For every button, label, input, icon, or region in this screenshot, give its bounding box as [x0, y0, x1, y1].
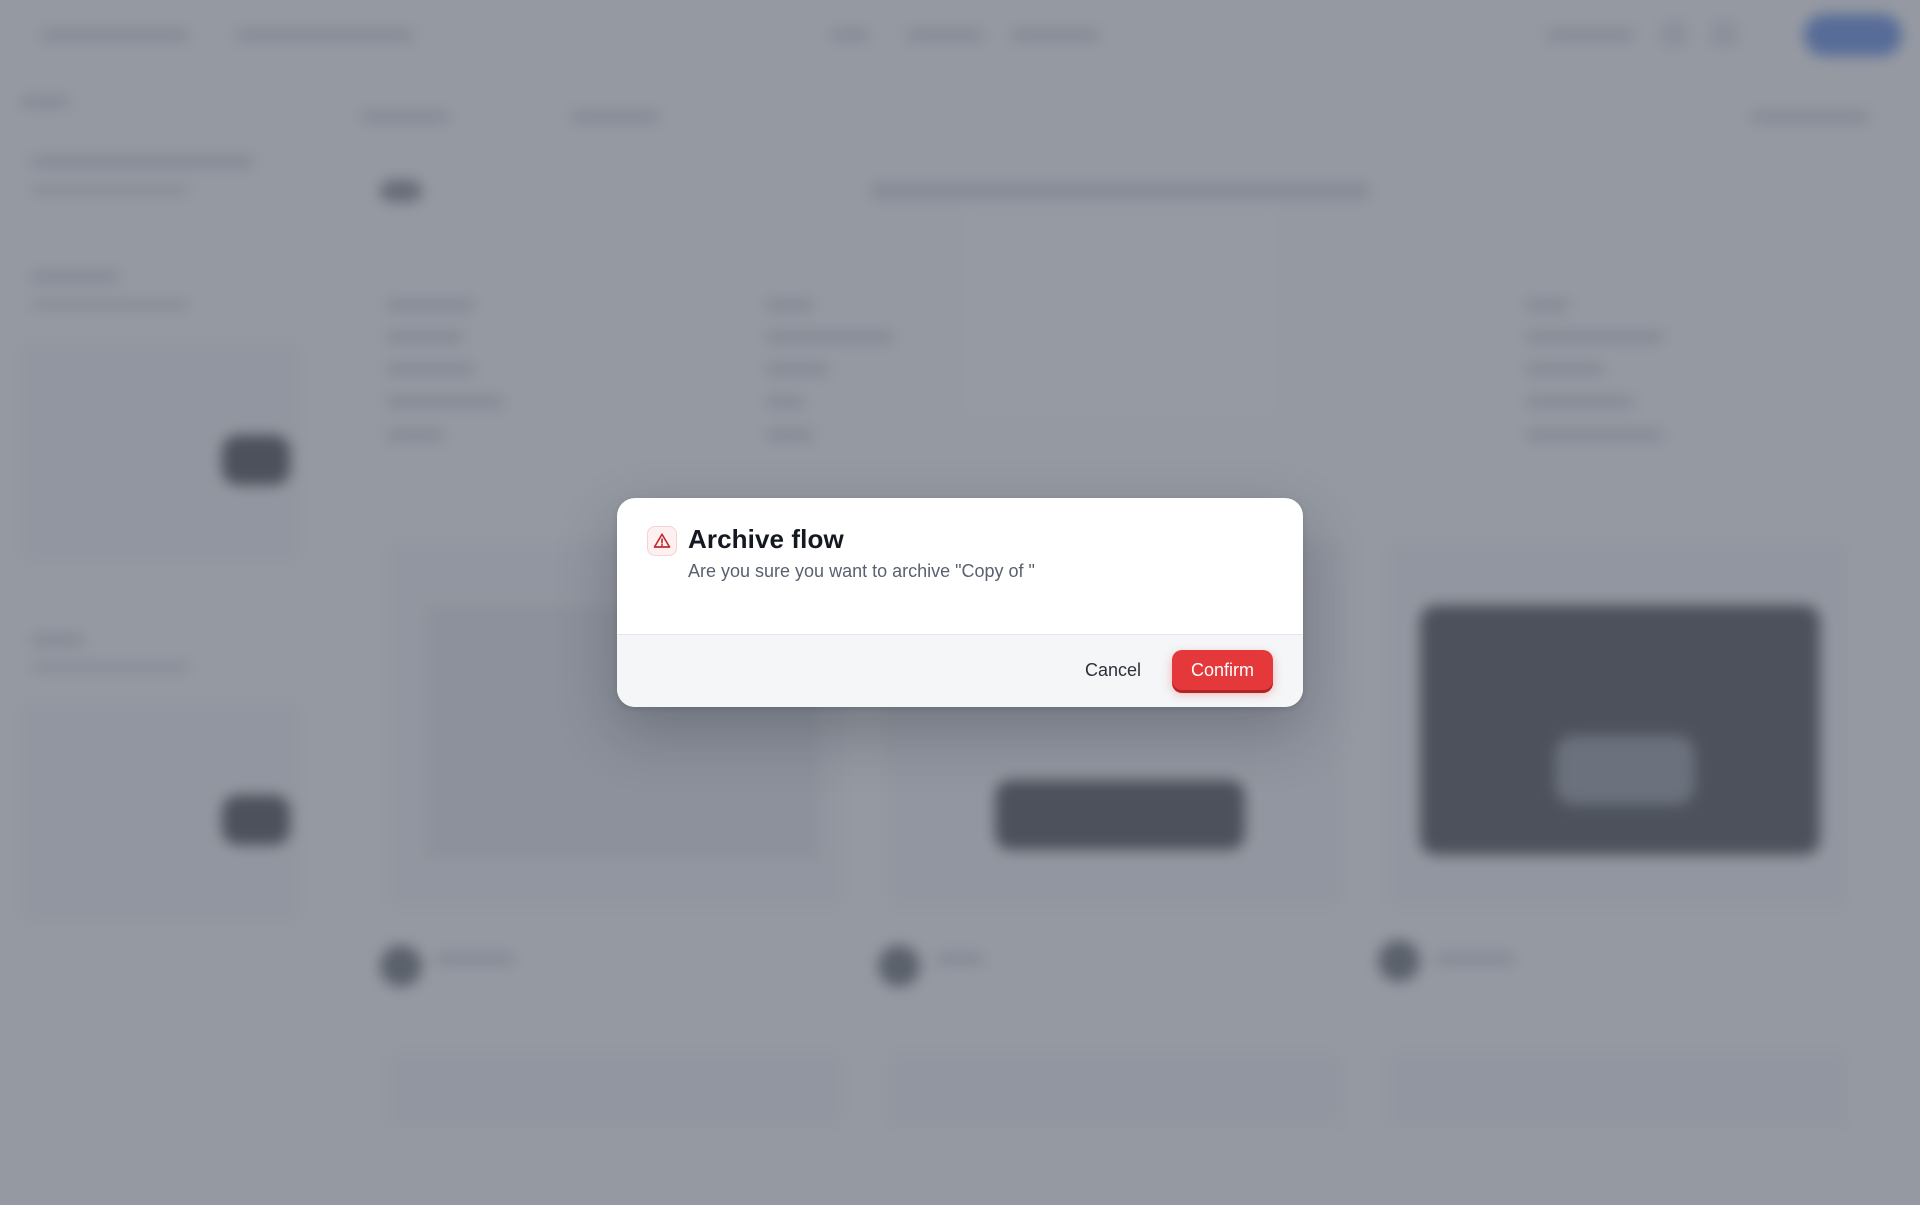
dialog-title: Archive flow: [688, 524, 844, 554]
confirm-button[interactable]: Confirm: [1172, 650, 1273, 690]
cancel-button[interactable]: Cancel: [1073, 650, 1153, 690]
archive-flow-dialog: Archive flow Are you sure you want to ar…: [617, 498, 1303, 707]
warning-triangle-icon: [647, 526, 677, 556]
dialog-footer: Cancel Confirm: [617, 635, 1303, 707]
dialog-message: Are you sure you want to archive "Copy o…: [688, 561, 1035, 581]
dialog-body: Archive flow Are you sure you want to ar…: [617, 498, 1303, 635]
